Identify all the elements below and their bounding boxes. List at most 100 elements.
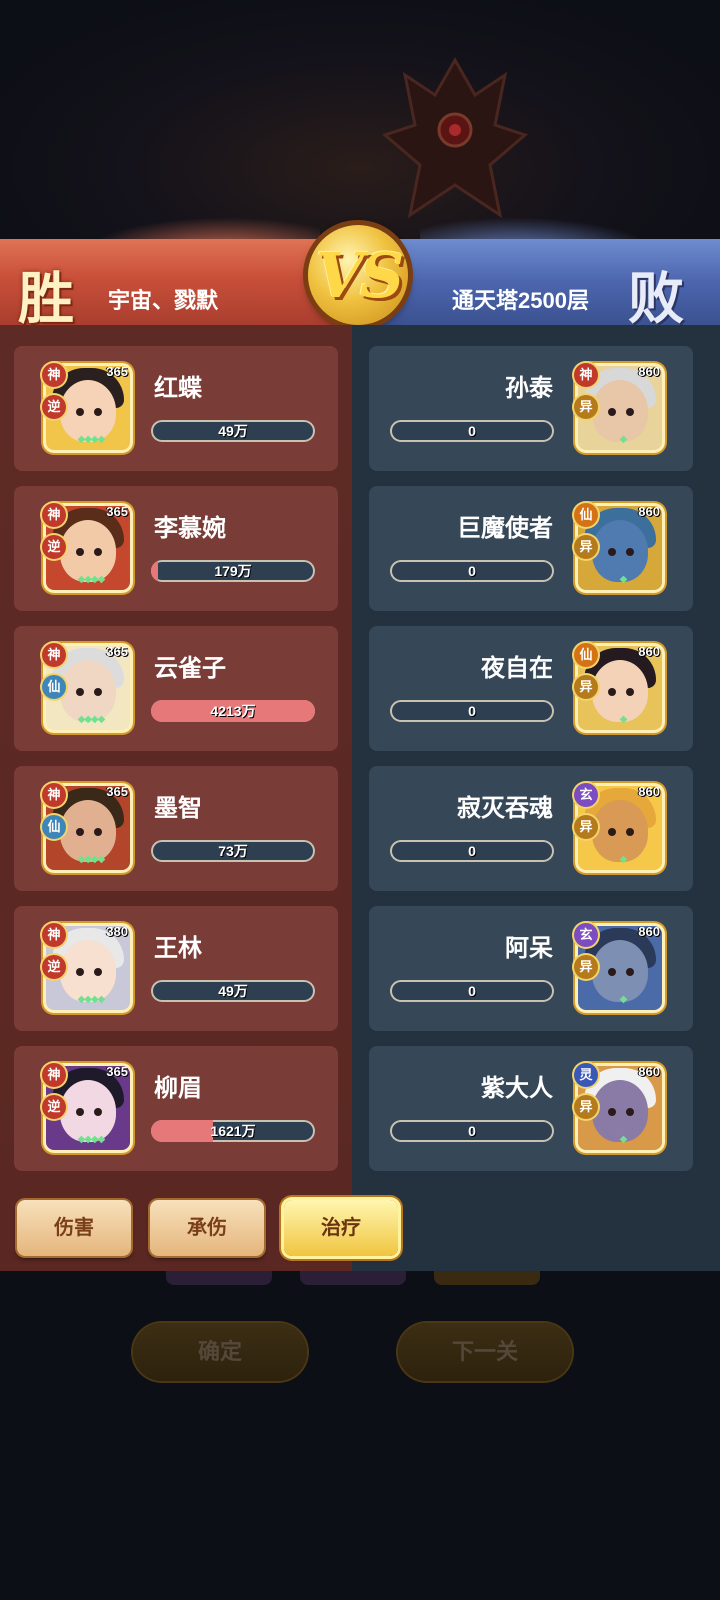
hero-faction-tag: 仙 (574, 503, 598, 527)
hero-name: 夜自在 (481, 655, 553, 682)
hero-level: 860 (638, 1066, 660, 1079)
hero-name: 紫大人 (481, 1075, 553, 1102)
hero-faction-tag: 逆 (42, 1095, 66, 1119)
winner-hero-card[interactable]: ◆◆◆◆ 365 神逆 李慕婉 179万 (14, 486, 338, 611)
tab-damage-taken[interactable]: 承伤 (150, 1200, 264, 1256)
next-level-button[interactable]: 下一关 (398, 1323, 572, 1381)
portrait-eye (94, 548, 102, 556)
portrait-eye (608, 968, 616, 976)
defeat-label: 败 (628, 266, 684, 332)
demon-emblem-icon (382, 56, 528, 219)
stat-bar: 4213万 (151, 700, 315, 722)
hero-level: 365 (106, 506, 128, 519)
hero-name: 墨智 (154, 795, 202, 822)
loser-hero-card[interactable]: ◆ 860 神异孙泰 0 (369, 346, 693, 471)
loser-hero-card[interactable]: ◆ 860 玄异阿呆 0 (369, 906, 693, 1031)
hero-name: 寂灭吞魂 (457, 795, 553, 822)
stat-value: 0 (468, 563, 476, 579)
hero-name: 阿呆 (505, 935, 553, 962)
stat-bar: 0 (390, 1120, 554, 1142)
stat-bar: 73万 (151, 840, 315, 862)
loser-hero-card[interactable]: ◆ 860 灵异紫大人 0 (369, 1046, 693, 1171)
winner-hero-card[interactable]: ◆◆◆◆ 365 神仙 墨智 73万 (14, 766, 338, 891)
hero-faction-tag: 逆 (42, 955, 66, 979)
hero-level: 860 (638, 926, 660, 939)
hero-faction-tag: 仙 (42, 815, 66, 839)
portrait-eye (94, 968, 102, 976)
hero-name: 云雀子 (154, 655, 226, 682)
loser-hero-card[interactable]: ◆ 860 仙异夜自在 0 (369, 626, 693, 751)
portrait-face (60, 940, 116, 1002)
portrait-face (592, 660, 648, 722)
portrait-face (592, 1080, 648, 1142)
star-rank-icon: ◆ (619, 434, 628, 445)
tab-heal[interactable]: 治疗 (284, 1200, 398, 1256)
hero-level: 365 (106, 366, 128, 379)
stat-value: 0 (468, 843, 476, 859)
hero-level: 860 (638, 646, 660, 659)
versus-banner: 胜 宇宙、戮默 通天塔2500层 败 VS (0, 217, 720, 335)
portrait-eye (94, 408, 102, 416)
hero-faction-tag: 玄 (574, 783, 598, 807)
star-rank-icon: ◆◆◆◆ (77, 1134, 106, 1145)
portrait-eye (608, 1108, 616, 1116)
portrait-eye (626, 408, 634, 416)
hero-faction-tag: 灵 (574, 1063, 598, 1087)
hero-name: 红蝶 (154, 375, 202, 402)
star-rank-icon: ◆◆◆◆ (77, 854, 106, 865)
stat-value: 0 (468, 983, 476, 999)
star-rank-icon: ◆◆◆◆ (77, 994, 106, 1005)
tab-damage[interactable]: 伤害 (17, 1200, 131, 1256)
background-tab-3 (434, 1271, 540, 1285)
stat-value: 179万 (214, 563, 252, 579)
loser-hero-card[interactable]: ◆ 860 仙异巨魔使者 0 (369, 486, 693, 611)
confirm-button[interactable]: 确定 (133, 1323, 307, 1381)
hero-faction-tag: 玄 (574, 923, 598, 947)
stat-bar: 49万 (151, 420, 315, 442)
portrait-eye (626, 968, 634, 976)
portrait-eye (608, 828, 616, 836)
hero-level: 380 (106, 926, 128, 939)
victory-label: 胜 (18, 266, 74, 332)
winner-hero-card[interactable]: ◆◆◆◆ 365 神逆 红蝶 49万 (14, 346, 338, 471)
hero-faction-tag: 异 (574, 535, 598, 559)
hero-name: 柳眉 (154, 1075, 202, 1102)
background-tab-1 (166, 1271, 272, 1285)
portrait-face (592, 940, 648, 1002)
star-rank-icon: ◆ (619, 574, 628, 585)
portrait-eye (94, 688, 102, 696)
hero-name: 王林 (154, 935, 202, 962)
hero-faction-tag: 神 (42, 503, 66, 527)
vs-text: VS (315, 239, 405, 312)
hero-level: 365 (106, 786, 128, 799)
stat-value: 0 (468, 1123, 476, 1139)
portrait-eye (76, 548, 84, 556)
hero-level: 860 (638, 366, 660, 379)
right-team-name: 通天塔2500层 (452, 288, 589, 313)
portrait-eye (76, 1108, 84, 1116)
winner-hero-card[interactable]: ◆◆◆◆ 365 神仙 云雀子 4213万 (14, 626, 338, 751)
winner-hero-card[interactable]: ◆◆◆◆ 380 神逆 王林 49万 (14, 906, 338, 1031)
portrait-face (60, 1080, 116, 1142)
portrait-eye (76, 408, 84, 416)
portrait-face (60, 380, 116, 442)
hero-faction-tag: 逆 (42, 535, 66, 559)
star-rank-icon: ◆ (619, 854, 628, 865)
winner-hero-card[interactable]: ◆◆◆◆ 365 神逆 柳眉 1621万 (14, 1046, 338, 1171)
portrait-face (60, 800, 116, 862)
hero-faction-tag: 神 (42, 363, 66, 387)
hero-faction-tag: 神 (574, 363, 598, 387)
stat-value: 73万 (218, 843, 248, 859)
hero-level: 860 (638, 506, 660, 519)
hero-name: 巨魔使者 (457, 515, 553, 542)
portrait-eye (626, 828, 634, 836)
hero-name: 孙泰 (505, 375, 553, 402)
portrait-face (592, 800, 648, 862)
loser-hero-card[interactable]: ◆ 860 玄异寂灭吞魂 0 (369, 766, 693, 891)
portrait-eye (76, 968, 84, 976)
stat-bar: 0 (390, 420, 554, 442)
stat-bar: 1621万 (151, 1120, 315, 1142)
left-team-name: 宇宙、戮默 (108, 288, 219, 313)
stat-bar: 0 (390, 700, 554, 722)
hero-faction-tag: 神 (42, 923, 66, 947)
